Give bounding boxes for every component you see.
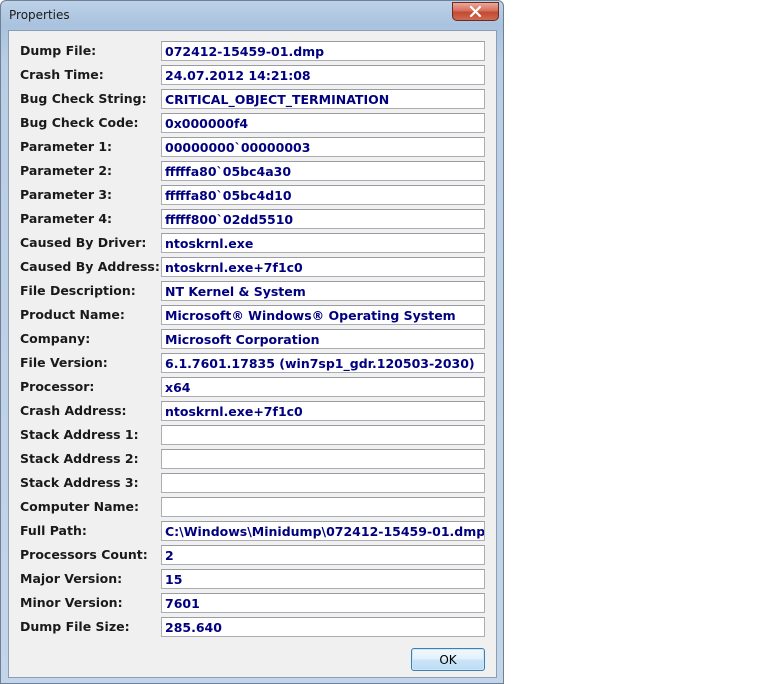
property-label: Stack Address 1: — [20, 427, 139, 442]
property-label: Parameter 3: — [20, 187, 113, 202]
property-row: Dump File Size: 285.640 — [9, 615, 498, 639]
property-row: Stack Address 2: — [9, 447, 498, 471]
property-label: Processor: — [20, 379, 95, 394]
property-label: Minor Version: — [20, 595, 123, 610]
property-row: Bug Check Code: 0x000000f4 — [9, 111, 498, 135]
property-value-field[interactable]: Microsoft® Windows® Operating System — [161, 305, 485, 325]
property-row: Caused By Driver: ntoskrnl.exe — [9, 231, 498, 255]
property-row: Full Path: C:\Windows\Minidump\072412-154… — [9, 519, 498, 543]
property-label: File Version: — [20, 355, 108, 370]
property-row: Parameter 4: fffff800`02dd5510 — [9, 207, 498, 231]
property-row: Computer Name: — [9, 495, 498, 519]
property-row: Company: Microsoft Corporation — [9, 327, 498, 351]
property-label: Product Name: — [20, 307, 125, 322]
properties-panel: Dump File: 072412-15459-01.dmp Crash Time:… — [8, 30, 497, 678]
ok-button[interactable]: OK — [411, 648, 485, 671]
property-value-field[interactable]: 285.640 — [161, 617, 485, 637]
property-value-field[interactable] — [161, 449, 485, 469]
property-label: Parameter 1: — [20, 139, 113, 154]
property-value-field[interactable]: x64 — [161, 377, 485, 397]
property-value-field[interactable]: ntoskrnl.exe+7f1c0 — [161, 401, 485, 421]
property-value-field[interactable]: 072412-15459-01.dmp — [161, 41, 485, 61]
property-row: Caused By Address: ntoskrnl.exe+7f1c0 — [9, 255, 498, 279]
property-label: Crash Time: — [20, 67, 104, 82]
property-label: Processors Count: — [20, 547, 148, 562]
property-label: Bug Check String: — [20, 91, 147, 106]
property-row: File Version: 6.1.7601.17835 (win7sp1_gdr… — [9, 351, 498, 375]
property-row: Crash Address: ntoskrnl.exe+7f1c0 — [9, 399, 498, 423]
property-value-field[interactable] — [161, 425, 485, 445]
property-row: Dump File: 072412-15459-01.dmp — [9, 39, 498, 63]
property-row: Bug Check String: CRITICAL_OBJECT_TERMINA… — [9, 87, 498, 111]
property-label: Stack Address 2: — [20, 451, 139, 466]
property-value-field[interactable]: NT Kernel & System — [161, 281, 485, 301]
property-label: Major Version: — [20, 571, 123, 586]
property-value-field[interactable]: fffff800`02dd5510 — [161, 209, 485, 229]
property-row: Crash Time: 24.07.2012 14:21:08 — [9, 63, 498, 87]
property-label: Crash Address: — [20, 403, 127, 418]
property-row: Processor: x64 — [9, 375, 498, 399]
property-value-field[interactable]: 00000000`00000003 — [161, 137, 485, 157]
property-row: Parameter 3: fffffa80`05bc4d10 — [9, 183, 498, 207]
property-row: Processors Count: 2 — [9, 543, 498, 567]
property-row: Product Name: Microsoft® Windows® Operati… — [9, 303, 498, 327]
property-label: Stack Address 3: — [20, 475, 139, 490]
property-value-field[interactable]: ntoskrnl.exe — [161, 233, 485, 253]
properties-window: Properties Dump File: 072412-15459-01.dmp… — [0, 0, 504, 684]
close-icon — [469, 6, 482, 17]
property-label: Dump File Size: — [20, 619, 130, 634]
property-label: Dump File: — [20, 43, 97, 58]
property-value-field[interactable]: Microsoft Corporation — [161, 329, 485, 349]
property-row: Parameter 2: fffffa80`05bc4a30 — [9, 159, 498, 183]
property-value-field[interactable]: fffffa80`05bc4d10 — [161, 185, 485, 205]
property-value-field[interactable]: C:\Windows\Minidump\072412-15459-01.dmp — [161, 521, 485, 541]
property-label: Bug Check Code: — [20, 115, 139, 130]
property-value-field[interactable]: fffffa80`05bc4a30 — [161, 161, 485, 181]
property-row: Stack Address 1: — [9, 423, 498, 447]
property-label: Computer Name: — [20, 499, 140, 514]
property-label: Full Path: — [20, 523, 87, 538]
window-title: Properties — [9, 8, 70, 22]
close-button[interactable] — [452, 2, 499, 21]
property-label: Parameter 2: — [20, 163, 113, 178]
property-value-field[interactable]: CRITICAL_OBJECT_TERMINATION — [161, 89, 485, 109]
property-value-field[interactable]: ntoskrnl.exe+7f1c0 — [161, 257, 485, 277]
property-label: Caused By Driver: — [20, 235, 147, 250]
property-value-field[interactable]: 0x000000f4 — [161, 113, 485, 133]
property-label: File Description: — [20, 283, 136, 298]
property-value-field[interactable] — [161, 473, 485, 493]
property-value-field[interactable]: 6.1.7601.17835 (win7sp1_gdr.120503-2030) — [161, 353, 485, 373]
property-value-field[interactable]: 2 — [161, 545, 485, 565]
property-value-field[interactable] — [161, 497, 485, 517]
property-label: Caused By Address: — [20, 259, 160, 274]
property-row: Major Version: 15 — [9, 567, 498, 591]
property-value-field[interactable]: 24.07.2012 14:21:08 — [161, 65, 485, 85]
property-row: Minor Version: 7601 — [9, 591, 498, 615]
property-value-field[interactable]: 7601 — [161, 593, 485, 613]
property-value-field[interactable]: 15 — [161, 569, 485, 589]
property-row: Stack Address 3: — [9, 471, 498, 495]
property-label: Parameter 4: — [20, 211, 113, 226]
property-row: File Description: NT Kernel & System — [9, 279, 498, 303]
property-label: Company: — [20, 331, 91, 346]
property-row: Parameter 1: 00000000`00000003 — [9, 135, 498, 159]
